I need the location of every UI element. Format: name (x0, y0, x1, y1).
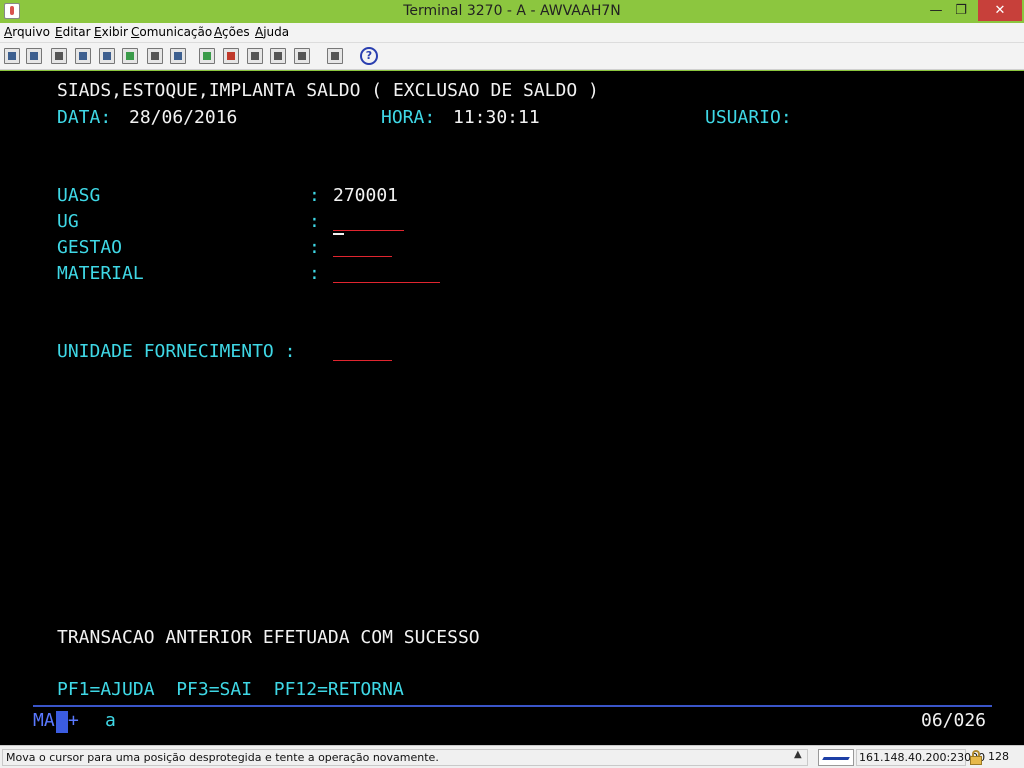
keypad-icon[interactable] (170, 48, 186, 64)
window-title: Terminal 3270 - A - AWVAAH7N (403, 3, 621, 19)
title-bar: Terminal 3270 - A - AWVAAH7N — ❐ ✕ (0, 0, 1024, 23)
restore-icon: ❐ (955, 3, 967, 18)
menu-editar[interactable]: Editar (55, 25, 91, 39)
send-icon[interactable] (294, 48, 310, 64)
uasg-label: UASG (57, 185, 101, 206)
close-button[interactable]: ✕ (978, 0, 1022, 21)
pause-icon[interactable] (270, 48, 286, 64)
menu-comunicacao[interactable]: Comunicação (131, 25, 212, 39)
user-label: USUARIO: (705, 107, 792, 128)
status-message: TRANSACAO ANTERIOR EFETUADA COM SUCESSO (57, 627, 480, 648)
pf-keys-legend: PF1=AJUDA PF3=SAI PF12=RETORNA (57, 679, 404, 700)
lock-icon (969, 750, 983, 765)
oia-connection-indicator: MA (33, 710, 55, 731)
time-value: 11:30:11 (453, 107, 540, 128)
oia-mode-indicator: a (105, 710, 116, 731)
help-icon[interactable]: ? (360, 47, 378, 65)
status-scroll-arrow-icon[interactable]: ▲ (794, 749, 802, 760)
toolbar: ? (0, 43, 1024, 70)
status-bar-message: Mova o cursor para uma posição desproteg… (2, 749, 808, 766)
print-screen-icon[interactable] (4, 48, 20, 64)
copy-icon[interactable] (75, 48, 91, 64)
ug-field[interactable] (333, 209, 404, 231)
connection-icon (818, 749, 854, 766)
date-value: 28/06/2016 (129, 107, 238, 128)
menu-arquivo[interactable]: Arquivo (4, 25, 50, 39)
record-macro-icon[interactable] (223, 48, 239, 64)
play-macro-icon[interactable] (199, 48, 215, 64)
gestao-colon: : (309, 237, 320, 258)
terminal-screen[interactable]: SIADS,ESTOQUE,IMPLANTA SALDO ( EXCLUSAO … (0, 71, 1024, 745)
cursor-position: 06/026 (921, 710, 987, 731)
date-label: DATA: (57, 107, 112, 128)
oia-plus-indicator: + (68, 710, 79, 731)
select-all-icon[interactable] (122, 48, 138, 64)
ug-colon: : (309, 211, 320, 232)
material-field[interactable] (333, 261, 440, 283)
menu-acoes[interactable]: Ações (214, 25, 250, 39)
minimize-icon: — (929, 3, 943, 18)
oia-separator (33, 705, 992, 707)
gestao-label: GESTAO (57, 237, 123, 258)
cut-icon[interactable] (147, 48, 163, 64)
maximize-button[interactable]: ❐ (946, 0, 976, 21)
menu-exibir[interactable]: Exibir (94, 25, 128, 39)
oia-keyboard-indicator (56, 711, 68, 733)
paste-icon[interactable] (99, 48, 115, 64)
encryption-bits: 128 (988, 750, 1009, 763)
material-colon: : (309, 263, 320, 284)
print-icon[interactable] (26, 48, 42, 64)
edit-icon[interactable] (51, 48, 67, 64)
material-label: MATERIAL (57, 263, 144, 284)
menu-ajuda[interactable]: Ajuda (255, 25, 289, 39)
uasg-colon: : (309, 185, 320, 206)
close-icon: ✕ (994, 3, 1006, 18)
ug-label: UG (57, 211, 79, 232)
screen-title: SIADS,ESTOQUE,IMPLANTA SALDO ( EXCLUSAO … (57, 80, 599, 101)
unidade-fornecimento-field[interactable] (333, 339, 392, 361)
uasg-value: 270001 (333, 185, 399, 206)
host-address: 161.148.40.200:23000 (856, 749, 985, 766)
receive-icon[interactable] (327, 48, 343, 64)
time-label: HORA: (381, 107, 436, 128)
unidade-fornecimento-label: UNIDADE FORNECIMENTO : (57, 341, 296, 362)
status-bar: Mova o cursor para uma posição desproteg… (0, 745, 1024, 768)
menu-bar: Arquivo Editar Exibir Comunicação Ações … (0, 23, 1024, 43)
gestao-field[interactable] (333, 235, 392, 257)
stop-icon[interactable] (247, 48, 263, 64)
